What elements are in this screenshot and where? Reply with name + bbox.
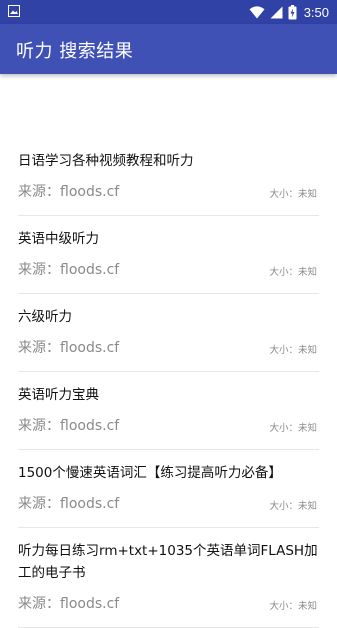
item-size: 大小：未知 (269, 423, 317, 434)
item-meta: 来源：floods.cf 大小：未知 (18, 413, 319, 439)
image-icon (8, 5, 20, 17)
item-size: 大小：未知 (269, 501, 317, 512)
item-size: 大小：未知 (269, 345, 317, 356)
item-size: 大小：未知 (269, 267, 317, 278)
item-size: 大小：未知 (269, 601, 317, 612)
item-source: 来源：floods.cf (18, 340, 120, 356)
item-title: 1500个慢速英语词汇【练习提高听力必备】 (18, 465, 282, 481)
list-item[interactable]: 英语听力宝典 来源：floods.cf 大小：未知 (18, 372, 319, 450)
item-meta: 来源：floods.cf 大小：未知 (18, 179, 319, 205)
item-title: 听力每日练习rm+txt+1035个英语单词FLASH加工的电子书 (18, 543, 318, 581)
list-item[interactable]: 听力每日练习rm+txt+1035个英语单词FLASH加工的电子书 来源：flo… (18, 528, 319, 628)
item-source: 来源：floods.cf (18, 418, 120, 434)
item-title: 日语学习各种视频教程和听力 (18, 153, 194, 169)
item-title: 英语中级听力 (18, 231, 99, 247)
list-item[interactable]: 1500个慢速英语词汇【练习提高听力必备】 来源：floods.cf 大小：未知 (18, 450, 319, 528)
signal-icon (270, 6, 283, 18)
item-meta: 来源：floods.cf 大小：未知 (18, 257, 319, 283)
item-meta: 来源：floods.cf 大小：未知 (18, 335, 319, 361)
item-title: 六级听力 (18, 309, 72, 325)
item-meta: 来源：floods.cf 大小：未知 (18, 491, 319, 517)
list-item[interactable]: 六级听力 来源：floods.cf 大小：未知 (18, 294, 319, 372)
app-bar: 听力 搜索结果 (0, 24, 337, 74)
battery-charging-icon (288, 4, 297, 19)
wifi-icon (249, 5, 265, 18)
item-source: 来源：floods.cf (18, 596, 120, 612)
item-source: 来源：floods.cf (18, 262, 120, 278)
item-title: 英语听力宝典 (18, 387, 99, 403)
item-meta: 来源：floods.cf 大小：未知 (18, 591, 319, 617)
status-time: 3:50 (303, 4, 329, 20)
list-item[interactable]: 日语学习各种视频教程和听力 来源：floods.cf 大小：未知 (18, 138, 319, 216)
item-source: 来源：floods.cf (18, 496, 120, 512)
item-size: 大小：未知 (269, 189, 317, 200)
page-title: 听力 搜索结果 (16, 41, 134, 62)
status-bar: 3:50 (0, 0, 337, 24)
item-source: 来源：floods.cf (18, 184, 120, 200)
list-item[interactable]: 英语中级听力 来源：floods.cf 大小：未知 (18, 216, 319, 294)
result-list: 日语学习各种视频教程和听力 来源：floods.cf 大小：未知 英语中级听力 … (18, 138, 319, 628)
